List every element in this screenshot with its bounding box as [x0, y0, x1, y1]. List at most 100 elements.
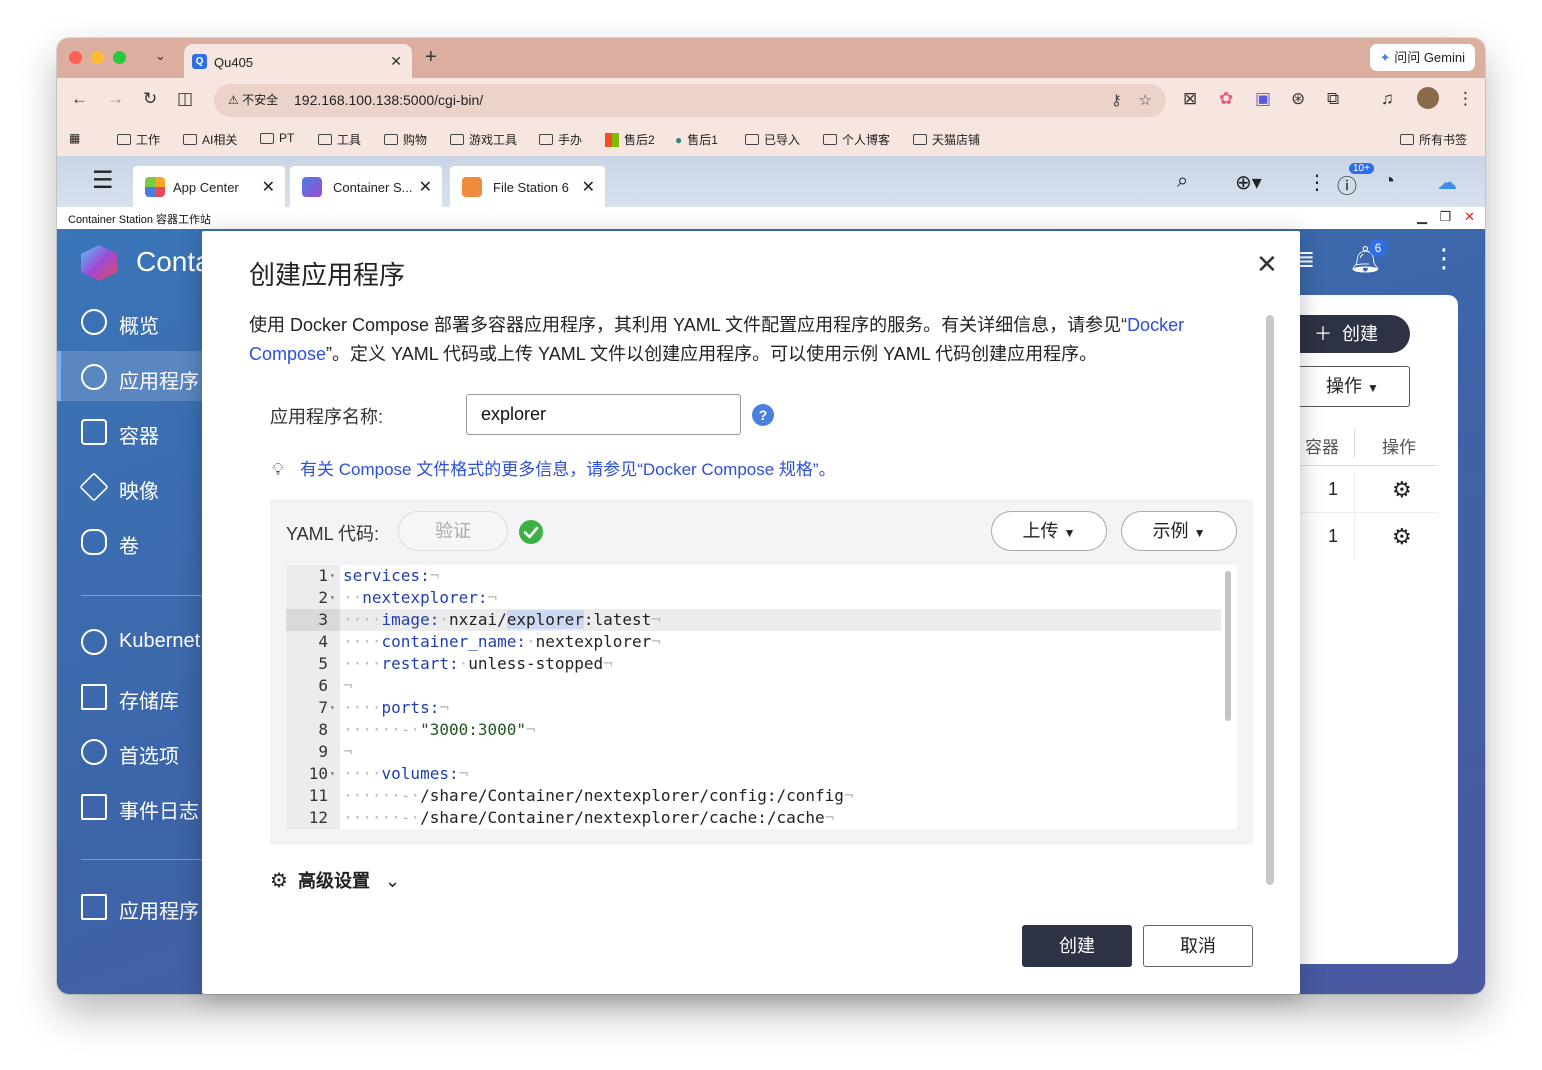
qts-tab-file-station[interactable]: File Station 6 ✕: [450, 166, 605, 207]
code-line[interactable]: 8 ······-·"3000:3000"¬: [286, 719, 1221, 741]
compose-spec-tip[interactable]: 💡︎ 有关 Compose 文件格式的更多信息，请参见“Docker Compos…: [272, 455, 836, 480]
key-icon[interactable]: ⚷: [1111, 92, 1122, 109]
split-view-icon[interactable]: ◫: [177, 89, 193, 109]
dialog-scrollbar[interactable]: [1266, 315, 1274, 885]
tab-close-icon[interactable]: ✕: [390, 53, 402, 70]
create-button[interactable]: ＋ 创建: [1300, 315, 1410, 353]
extension-2-icon[interactable]: ✿: [1219, 89, 1233, 109]
bookmark-item[interactable]: 售后2: [605, 131, 655, 148]
dialog-close-icon[interactable]: ✕: [1256, 249, 1278, 280]
bookmark-item[interactable]: 已导入: [745, 131, 800, 148]
restore-icon[interactable]: ❐: [1439, 209, 1451, 225]
bookmark-item[interactable]: 工作: [117, 131, 160, 148]
media-control-icon[interactable]: ♫: [1381, 89, 1394, 109]
sidebar-item-containers[interactable]: 容器: [57, 406, 203, 456]
bookmark-item[interactable]: 天猫店铺: [913, 131, 980, 148]
zoom-window-button[interactable]: [113, 51, 126, 64]
code-line[interactable]: 5 ····restart:·unless-stopped¬: [286, 653, 1221, 675]
bookmark-item[interactable]: 手办: [539, 131, 582, 148]
reload-icon[interactable]: ↻: [143, 89, 157, 109]
bookmark-item[interactable]: 游戏工具: [450, 131, 517, 148]
extensions-puzzle-icon[interactable]: ⧉: [1327, 89, 1339, 109]
notifications-icon[interactable]: ⓘ: [1337, 170, 1357, 199]
close-icon[interactable]: ✕: [582, 177, 595, 197]
avatar[interactable]: [1417, 87, 1439, 109]
code-line[interactable]: 2 ▾ ··nextexplorer:¬: [286, 587, 1221, 609]
upload-button[interactable]: 上传 ▼: [991, 511, 1107, 551]
code-line[interactable]: 1 ▾ services:¬: [286, 565, 1221, 587]
code-line[interactable]: 12 ······-·/share/Container/nextexplorer/…: [286, 807, 1221, 829]
bookmark-star-icon[interactable]: ☆: [1139, 92, 1152, 109]
user-icon[interactable]: ⊕▾: [1235, 170, 1262, 195]
new-tab-button[interactable]: +: [425, 46, 437, 69]
extension-3-icon[interactable]: ▣: [1255, 89, 1271, 109]
fold-arrow-icon[interactable]: ▾: [330, 587, 335, 609]
more-options-icon[interactable]: ⋮: [1307, 170, 1327, 195]
sidebar-item-images[interactable]: 映像: [57, 461, 203, 511]
gear-icon: ⚙: [270, 870, 288, 892]
browser-menu-icon[interactable]: ⋮: [1457, 89, 1474, 109]
yaml-code-editor[interactable]: 1 ▾ services:¬ 2 ▾ ··nextexplorer:¬ 3 ····image…: [286, 565, 1237, 829]
all-bookmarks[interactable]: 所有书签: [1400, 131, 1467, 148]
minimize-icon[interactable]: ▁: [1417, 209, 1427, 225]
sidebar-item-kubernetes[interactable]: Kubernet: [57, 616, 203, 666]
address-bar[interactable]: ⚠ 不安全 192.168.100.138:5000/cgi-bin/ ⚷ ☆: [214, 84, 1166, 117]
sidebar-item-event-logs[interactable]: 事件日志: [57, 781, 203, 831]
hamburger-menu-icon[interactable]: ☰: [92, 166, 114, 195]
more-icon[interactable]: ⋮: [1431, 243, 1457, 274]
sidebar-item-preferences[interactable]: 首选项: [57, 726, 203, 776]
bookmark-item[interactable]: PT: [260, 131, 294, 145]
advanced-settings-toggle[interactable]: ⚙ 高级设置 ⌄: [270, 867, 400, 893]
validate-button[interactable]: 验证: [398, 511, 508, 551]
code-line[interactable]: 7 ▾ ····ports:¬: [286, 697, 1221, 719]
app-name-input[interactable]: explorer: [466, 394, 741, 435]
code-line[interactable]: 11 ······-·/share/Container/nextexplorer/…: [286, 785, 1221, 807]
code-line[interactable]: 4 ····container_name:·nextexplorer¬: [286, 631, 1221, 653]
bookmark-item[interactable]: AI相关: [183, 131, 237, 148]
gemini-button[interactable]: ✦ 问问 Gemini: [1369, 44, 1475, 71]
url-text[interactable]: 192.168.100.138:5000/cgi-bin/: [294, 92, 483, 108]
close-icon[interactable]: ✕: [262, 177, 275, 197]
forward-icon[interactable]: →: [107, 89, 124, 109]
fold-arrow-icon[interactable]: ▾: [330, 763, 335, 785]
dashboard-gauge-icon[interactable]: ◔: [1383, 170, 1395, 193]
code-line[interactable]: 6 ¬: [286, 675, 1221, 697]
close-icon[interactable]: ✕: [1464, 209, 1475, 225]
bookmark-item[interactable]: 工具: [318, 131, 361, 148]
search-icon[interactable]: ⌕: [1177, 170, 1188, 193]
minimize-window-button[interactable]: [91, 51, 104, 64]
code-line[interactable]: 10 ▾ ····volumes:¬: [286, 763, 1221, 785]
sidebar-item-app-templates[interactable]: 应用程序: [57, 881, 203, 931]
extension-1-icon[interactable]: ⊠: [1183, 89, 1197, 109]
sidebar-item-volumes[interactable]: 卷: [57, 516, 203, 566]
bookmark-item[interactable]: 个人博客: [823, 131, 890, 148]
fold-arrow-icon[interactable]: ▾: [330, 697, 335, 719]
help-icon[interactable]: ?: [752, 404, 774, 426]
tab-search-icon[interactable]: ⌄: [155, 48, 166, 64]
apps-grid-icon[interactable]: ▦: [69, 131, 80, 145]
cloud-icon[interactable]: ☁: [1437, 170, 1457, 195]
bookmark-item[interactable]: ● 售后1: [675, 131, 718, 148]
back-icon[interactable]: ←: [71, 89, 88, 109]
example-button[interactable]: 示例 ▼: [1121, 511, 1237, 551]
fold-arrow-icon[interactable]: ▾: [330, 565, 335, 587]
sidebar-item-registries[interactable]: 存储库: [57, 671, 203, 721]
qts-tab-app-center[interactable]: App Center ✕: [133, 166, 285, 207]
browser-tab-active[interactable]: Q Qu405 ✕: [184, 44, 412, 78]
sidebar-item-applications[interactable]: 应用程序: [57, 351, 203, 401]
create-submit-button[interactable]: 创建: [1022, 925, 1132, 967]
code-line[interactable]: 3 ····image:·nxzai/explorer:latest¬: [286, 609, 1221, 631]
qts-tab-container-station[interactable]: Container S... ✕: [290, 166, 442, 207]
sidebar-item-overview[interactable]: 概览: [57, 296, 203, 346]
editor-scrollbar[interactable]: [1225, 571, 1231, 721]
extension-4-icon[interactable]: ⊛: [1291, 89, 1305, 109]
close-icon[interactable]: ✕: [419, 177, 432, 197]
close-window-button[interactable]: [69, 51, 82, 64]
bookmark-item[interactable]: 购物: [384, 131, 427, 148]
security-indicator[interactable]: ⚠ 不安全: [222, 90, 284, 111]
code-line[interactable]: 9 ¬: [286, 741, 1221, 763]
row-settings-gear-icon[interactable]: ⚙: [1392, 477, 1412, 503]
action-button[interactable]: 操作 ▼: [1300, 366, 1410, 407]
row-settings-gear-icon[interactable]: ⚙: [1392, 524, 1412, 550]
cancel-button[interactable]: 取消: [1143, 925, 1253, 967]
